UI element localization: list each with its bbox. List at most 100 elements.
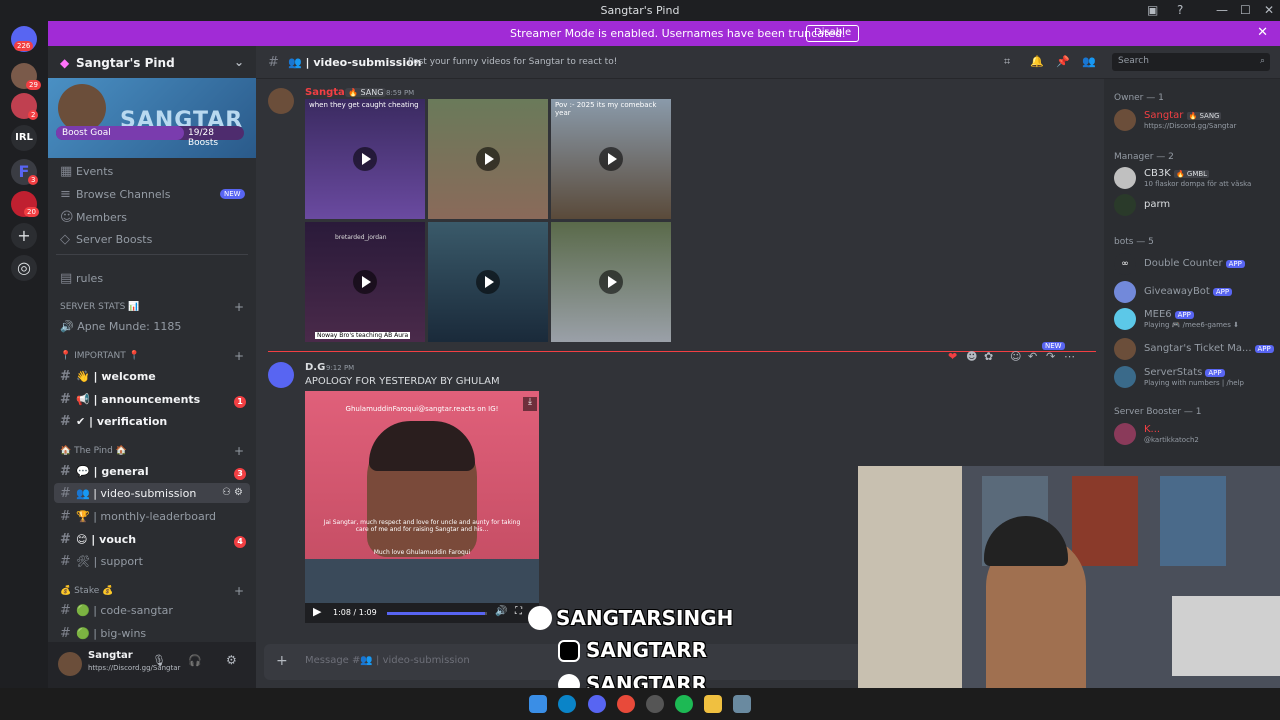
- close-icon[interactable]: ✕: [1257, 25, 1268, 40]
- search-input[interactable]: Search ⌕: [1112, 53, 1270, 71]
- disable-streamer-button[interactable]: Disable: [806, 25, 860, 42]
- chevron-down-icon[interactable]: ⌄: [234, 55, 244, 69]
- nav-server-boosts[interactable]: ◇ Server Boosts: [60, 232, 152, 252]
- more-icon[interactable]: ⋯: [1064, 350, 1075, 363]
- avatar[interactable]: [268, 88, 294, 114]
- discord-icon[interactable]: [588, 695, 606, 713]
- maximize-button[interactable]: ☐: [1240, 3, 1251, 17]
- channel-rules[interactable]: ▤ rules: [60, 271, 103, 291]
- member-item[interactable]: Sangtar 🔥 SANG https://Discord.gg/Sangta…: [1114, 109, 1274, 133]
- play-icon[interactable]: [476, 147, 500, 171]
- category-the-pind[interactable]: 🏠 The Pind 🏠: [60, 446, 127, 456]
- video-progress-bar[interactable]: [387, 612, 487, 615]
- forward-icon[interactable]: ↷: [1046, 350, 1055, 363]
- video-attachment[interactable]: bretarded_jordan Noway Bro's teaching AB…: [305, 222, 425, 342]
- headphones-icon[interactable]: 🎧: [188, 654, 202, 667]
- download-icon[interactable]: ⤓: [523, 397, 537, 411]
- category-stake[interactable]: 💰 Stake 💰: [60, 586, 113, 596]
- channel-video-submission[interactable]: # 👥 | video-submission: [60, 486, 196, 506]
- pin-icon[interactable]: 📌: [1056, 55, 1070, 68]
- app-icon[interactable]: [733, 695, 751, 713]
- play-icon[interactable]: [599, 270, 623, 294]
- chrome-icon[interactable]: [617, 695, 635, 713]
- add-channel-icon[interactable]: +: [234, 584, 244, 598]
- play-icon[interactable]: [476, 270, 500, 294]
- boost-goal[interactable]: Boost Goal 19/28 Boosts: [56, 126, 244, 148]
- help-icon[interactable]: ?: [1177, 3, 1183, 17]
- nav-browse-channels[interactable]: ≡ Browse Channels: [60, 187, 170, 207]
- server-irl[interactable]: IRL: [11, 125, 37, 151]
- attach-icon[interactable]: +: [276, 653, 288, 669]
- video-attachment[interactable]: Pov :- 2025 its my comeback year: [551, 99, 671, 219]
- channel-code-sangtar[interactable]: # 🟢 | code-sangtar: [60, 603, 173, 623]
- threads-icon[interactable]: ⌗: [1004, 55, 1010, 69]
- hash-icon: #: [60, 486, 71, 501]
- video-attachment[interactable]: when they get caught cheating: [305, 99, 425, 219]
- category-important[interactable]: 📍 IMPORTANT 📍: [60, 351, 140, 361]
- emoji-reaction-icon[interactable]: ☻: [966, 350, 977, 363]
- server-header[interactable]: ◆ Sangtar's Pind ⌄: [48, 46, 256, 78]
- avatar[interactable]: [58, 652, 82, 676]
- add-channel-icon[interactable]: +: [234, 444, 244, 458]
- fullscreen-icon[interactable]: ⛶: [515, 606, 522, 617]
- add-channel-icon[interactable]: +: [234, 300, 244, 314]
- overlay-social: SANGTARSINGH: [556, 606, 734, 630]
- inbox-icon[interactable]: ▣: [1147, 3, 1158, 17]
- members-heading: Manager — 2: [1114, 152, 1174, 162]
- channel-general[interactable]: # 💬 | general 3: [60, 464, 246, 484]
- channel-welcome[interactable]: # 👋 | welcome: [60, 369, 156, 389]
- nav-members[interactable]: ☺ Members: [60, 210, 127, 230]
- video-player[interactable]: GhulamuddinFaroqui@sangtar.reacts on IG!…: [305, 391, 539, 603]
- gear-icon[interactable]: ⚙: [234, 487, 243, 498]
- discover-icon[interactable]: ◎: [11, 255, 37, 281]
- member-name: ServerStats APP: [1144, 367, 1225, 378]
- heart-icon[interactable]: ❤: [948, 350, 957, 363]
- message-author[interactable]: D.G: [305, 362, 325, 373]
- channel-vouch[interactable]: # 😊 | vouch 4: [60, 532, 246, 552]
- add-server-icon[interactable]: +: [11, 223, 37, 249]
- nav-events[interactable]: ▦ Events: [60, 164, 113, 184]
- volume-icon[interactable]: 🔊: [495, 606, 507, 617]
- play-icon[interactable]: [353, 270, 377, 294]
- play-icon[interactable]: [353, 147, 377, 171]
- bell-icon[interactable]: 🔔: [1030, 55, 1044, 68]
- channel-stat[interactable]: 🔊 Apne Munde: 1185: [60, 320, 181, 340]
- channel-support[interactable]: # 🛠 | support: [60, 554, 143, 574]
- message-author[interactable]: Sangtar: [305, 87, 350, 98]
- spotify-icon[interactable]: [675, 695, 693, 713]
- obs-icon[interactable]: [646, 695, 664, 713]
- microphone-icon[interactable]: 🎙: [152, 654, 166, 667]
- minimize-button[interactable]: —: [1216, 3, 1228, 17]
- video-attachment[interactable]: [428, 99, 548, 219]
- channel-verification[interactable]: # ✔ | verification: [60, 414, 167, 434]
- emoji-reaction-icon[interactable]: ✿: [984, 350, 993, 363]
- settings-icon[interactable]: ⚙: [226, 653, 237, 667]
- invite-icon[interactable]: ⚇: [222, 487, 231, 498]
- channel-name: 👥 | video-submission: [288, 56, 422, 69]
- member-item[interactable]: Sangtar's Ticket Ma... APP: [1114, 338, 1274, 362]
- windows-start-icon[interactable]: [529, 695, 547, 713]
- edge-icon[interactable]: [558, 695, 576, 713]
- category-server-stats[interactable]: SERVER STATS 📊: [60, 302, 139, 312]
- member-item[interactable]: ServerStats APP Playing with numbers | /h…: [1114, 366, 1274, 390]
- file-explorer-icon[interactable]: [704, 695, 722, 713]
- add-reaction-icon[interactable]: ☺: [1010, 350, 1021, 363]
- video-attachment[interactable]: [551, 222, 671, 342]
- avatar[interactable]: [268, 362, 294, 388]
- member-item[interactable]: CB3K 🔥 GMBL 10 flaskor dompa för att väs…: [1114, 167, 1274, 191]
- member-item[interactable]: GiveawayBot APP: [1114, 281, 1274, 305]
- play-icon[interactable]: ▶: [313, 605, 321, 618]
- reply-icon[interactable]: ↶: [1028, 350, 1037, 363]
- avatar: [1114, 167, 1136, 189]
- play-icon[interactable]: [599, 147, 623, 171]
- member-item[interactable]: K... @kartikkatoch2: [1114, 423, 1274, 447]
- channel-announcements[interactable]: # 📢 | announcements 1: [60, 392, 246, 412]
- add-channel-icon[interactable]: +: [234, 349, 244, 363]
- member-item[interactable]: parm: [1114, 194, 1274, 218]
- member-item[interactable]: ∞ Double Counter APP: [1114, 253, 1274, 277]
- member-list-icon[interactable]: 👥: [1082, 55, 1096, 68]
- channel-monthly-leaderboard[interactable]: # 🏆 | monthly-leaderboard: [60, 509, 216, 529]
- close-window-button[interactable]: ✕: [1264, 3, 1274, 17]
- video-attachment[interactable]: [428, 222, 548, 342]
- member-item[interactable]: MEE6 APP Playing 🎮 /mee6-games ⬇: [1114, 308, 1274, 332]
